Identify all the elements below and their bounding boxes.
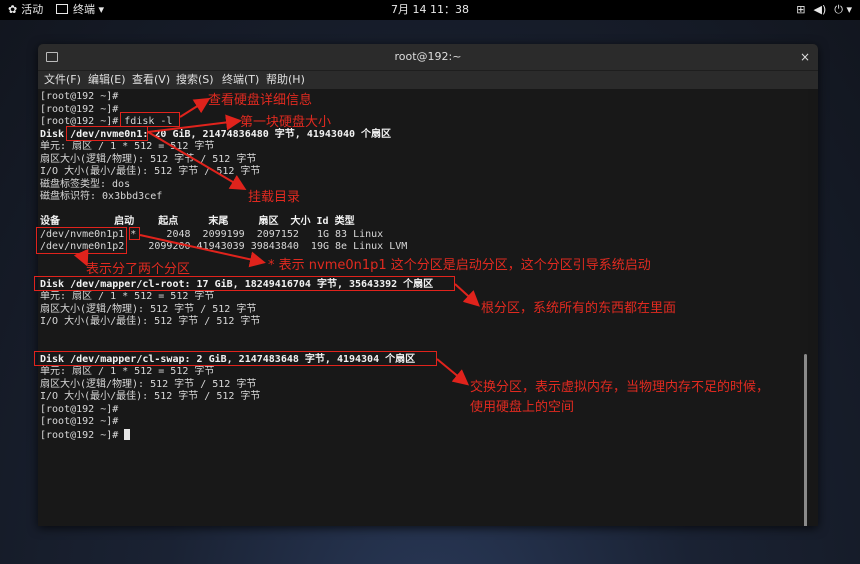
note-first-disk: 第一块硬盘大小 (240, 115, 332, 130)
top-bar: ✿ 活动 终端 ▾ 7月 14 11：38 ⊞ ◀) ⏻ ▾ (0, 0, 860, 20)
note-swap-1: 交换分区，表示虚拟内存，当物理内存不足的时候， (470, 380, 770, 395)
window-title: root@192:~ (394, 50, 462, 63)
menu-edit[interactable]: 编辑(E) (88, 71, 126, 89)
terminal-app-menu[interactable]: 终端 ▾ (56, 0, 104, 20)
terminal-line: [root@192 ~]# (40, 403, 119, 415)
terminal-line: 扇区大小(逻辑/物理): 512 字节 / 512 字节 (40, 303, 257, 315)
highlight-disk-nvme0n1 (66, 126, 148, 141)
terminal-icon (56, 4, 68, 14)
terminal-line: 单元: 扇区 / 1 * 512 = 512 字节 (40, 291, 215, 302)
chevron-down-icon: ▾ (98, 3, 105, 16)
highlight-partition-devices (36, 227, 127, 254)
terminal-line: [root@192 ~]# (40, 429, 119, 441)
highlight-fdisk-command (120, 112, 180, 127)
network-icon: ⊞ (796, 3, 806, 16)
terminal-line: I/O 大小(最小/最佳): 512 字节 / 512 字节 (40, 166, 261, 177)
menu-help[interactable]: 帮助(H) (266, 71, 305, 89)
terminal-line: 单元: 扇区 / 1 * 512 = 512 字节 (40, 366, 215, 377)
terminal-line: 磁盘标签类型: dos (40, 178, 131, 190)
power-icon: ⏻ ▾ (834, 3, 852, 16)
window-titlebar[interactable]: root@192:~ × (38, 44, 818, 71)
note-root: 根分区，系统所有的东西都在里面 (481, 301, 677, 316)
menu-bar: 文件(F) 编辑(E) 查看(V) 搜索(S) 终端(T) 帮助(H) (38, 71, 818, 89)
terminal-line: 磁盘标识符: 0x3bbd3cef (40, 191, 163, 202)
note-swap-2: 使用硬盘上的空间 (470, 400, 575, 415)
menu-terminal[interactable]: 终端(T) (222, 71, 259, 89)
highlight-boot-flag (129, 227, 140, 240)
text-cursor (124, 428, 131, 440)
clock-label[interactable]: 7月 14 11：38 (391, 3, 469, 16)
terminal-line: 扇区大小(逻辑/物理): 512 字节 / 512 字节 (40, 378, 257, 390)
terminal-line: I/O 大小(最小/最佳): 512 字节 / 512 字节 (40, 391, 261, 402)
note-two-partitions: 表示分了两个分区 (86, 262, 191, 277)
volume-icon: ◀) (813, 3, 827, 16)
terminal-line: 单元: 扇区 / 1 * 512 = 512 字节 (40, 141, 215, 152)
terminal-line: I/O 大小(最小/最佳): 512 字节 / 512 字节 (40, 316, 261, 327)
terminal-prompt-line: [root@192 ~]# (40, 428, 131, 441)
menu-file[interactable]: 文件(F) (44, 71, 81, 89)
note-boot-flag: * 表示 nvme0n1p1 这个分区是启动分区，这个分区引导系统启动 (268, 258, 651, 273)
terminal-line: [root@192 ~]# (40, 91, 119, 102)
activities-button[interactable]: ✿ 活动 (8, 0, 43, 20)
system-tray[interactable]: ⊞ ◀) ⏻ ▾ (788, 0, 852, 20)
activities-icon: ✿ (8, 3, 18, 16)
terminal-line: [root@192 ~]# (40, 103, 119, 115)
close-button[interactable]: × (800, 44, 810, 70)
clock: 7月 14 11：38 (0, 0, 860, 20)
highlight-cl-root (34, 276, 455, 291)
note-fdisk: 查看硬盘详细信息 (208, 93, 313, 108)
menu-view[interactable]: 查看(V) (132, 71, 170, 89)
note-mount: 挂载目录 (248, 190, 301, 205)
terminal-output[interactable]: [root@192 ~]# [root@192 ~]# [root@192 ~]… (38, 89, 808, 526)
highlight-cl-swap (34, 351, 437, 366)
menu-search[interactable]: 搜索(S) (176, 71, 214, 89)
terminal-line: 扇区大小(逻辑/物理): 512 字节 / 512 字节 (40, 153, 257, 165)
terminal-line: [root@192 ~]# (40, 416, 119, 427)
scrollbar[interactable] (804, 354, 807, 526)
